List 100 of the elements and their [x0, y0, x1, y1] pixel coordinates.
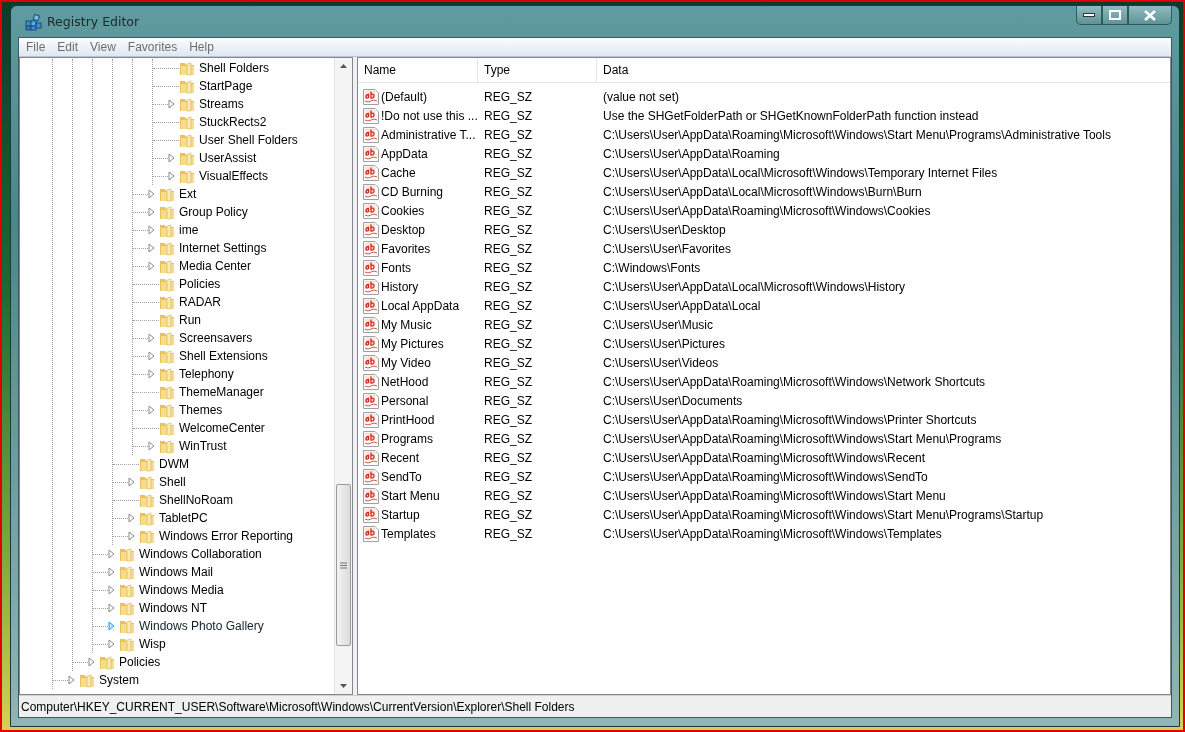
tree-item[interactable]: User Shell Folders [153, 131, 299, 149]
value-name[interactable]: History [381, 279, 419, 294]
expand-arrow-icon[interactable] [148, 333, 155, 343]
expand-arrow-icon[interactable] [148, 189, 155, 199]
tree-item[interactable]: Screensavers [133, 329, 254, 347]
tree-item[interactable]: RADAR [133, 293, 222, 311]
expand-arrow-icon[interactable] [148, 225, 155, 235]
menu-item[interactable]: View [84, 40, 122, 54]
tree-item[interactable]: Windows Photo Gallery [93, 617, 265, 635]
tree-item[interactable]: ime [133, 221, 200, 239]
value-name[interactable]: SendTo [381, 469, 422, 484]
tree-item[interactable]: Windows Collaboration [93, 545, 263, 563]
value-name[interactable]: Start Menu [381, 488, 440, 503]
value-name[interactable]: Personal [381, 393, 429, 408]
tree-item[interactable]: WinTrust [133, 437, 228, 455]
column-header[interactable]: Data [597, 58, 1170, 82]
value-name[interactable]: My Music [381, 317, 432, 332]
tree-item[interactable]: Windows NT [93, 599, 208, 617]
tree-item[interactable]: ThemeManager [133, 383, 265, 401]
expand-arrow-icon[interactable] [168, 153, 175, 163]
value-name[interactable]: Templates [381, 526, 436, 541]
tree-item[interactable]: Run [133, 311, 202, 329]
close-button[interactable] [1128, 6, 1172, 25]
value-name[interactable]: Fonts [381, 260, 411, 275]
tree-item[interactable]: Shell Extensions [133, 347, 269, 365]
tree-item[interactable]: System [53, 671, 140, 689]
value-name[interactable]: Local AppData [381, 298, 460, 313]
expand-arrow-icon[interactable] [168, 99, 175, 109]
value-name[interactable]: My Pictures [381, 336, 444, 351]
tree-item[interactable]: Shell Folders [153, 59, 271, 77]
tree-item[interactable]: WelcomeCenter [133, 419, 266, 437]
value-name[interactable]: Programs [381, 431, 433, 446]
scrollbar[interactable] [334, 58, 352, 694]
expand-arrow-icon[interactable] [108, 603, 115, 613]
tree-item[interactable]: StuckRects2 [153, 113, 268, 131]
folder-icon [159, 420, 175, 436]
tree-item[interactable]: DWM [113, 455, 190, 473]
expand-arrow-icon[interactable] [108, 567, 115, 577]
expand-arrow-icon[interactable] [128, 531, 135, 541]
menu-item[interactable]: Edit [51, 40, 85, 54]
value-name[interactable]: Cookies [381, 203, 425, 218]
tree-item[interactable]: Wisp [93, 635, 167, 653]
tree-item[interactable]: Windows Mail [93, 563, 214, 581]
expand-arrow-icon[interactable] [88, 657, 95, 667]
menu-item[interactable]: File [20, 40, 52, 54]
value-name[interactable]: Favorites [381, 241, 431, 256]
tree-item[interactable]: Group Policy [133, 203, 249, 221]
expand-arrow-icon[interactable] [148, 243, 155, 253]
scrollbar-thumb[interactable] [336, 484, 351, 646]
value-name[interactable]: Desktop [381, 222, 426, 237]
tree-item[interactable]: TabletPC [113, 509, 209, 527]
value-name[interactable]: !Do not use this ... [381, 108, 478, 123]
expand-arrow-icon[interactable] [108, 621, 115, 631]
value-name[interactable]: Recent [381, 450, 420, 465]
tree-item[interactable]: StartPage [153, 77, 254, 95]
value-name[interactable]: AppData [381, 146, 428, 161]
value-name[interactable]: NetHood [381, 374, 429, 389]
column-header[interactable]: Name [358, 58, 478, 82]
menu-item[interactable]: Favorites [121, 40, 184, 54]
value-name[interactable]: Administrative T... [381, 127, 476, 142]
expand-arrow-icon[interactable] [68, 675, 75, 685]
expand-arrow-icon[interactable] [108, 549, 115, 559]
tree-item[interactable]: Internet Settings [133, 239, 268, 257]
value-name[interactable]: Cache [381, 165, 416, 180]
expand-arrow-icon[interactable] [148, 207, 155, 217]
expand-arrow-icon[interactable] [168, 171, 175, 181]
tree-item[interactable]: Streams [153, 95, 245, 113]
tree-item[interactable]: Windows Error Reporting [113, 527, 295, 545]
minimize-button[interactable] [1076, 6, 1102, 25]
maximize-button[interactable] [1102, 6, 1128, 25]
expand-arrow-icon[interactable] [148, 261, 155, 271]
tree-item[interactable]: Telephony [133, 365, 235, 383]
value-name[interactable]: PrintHood [381, 412, 435, 427]
menu-item[interactable]: Help [183, 40, 220, 54]
scroll-down-icon[interactable] [340, 684, 347, 688]
tree-item[interactable]: Shell [113, 473, 187, 491]
tree-item[interactable]: Themes [133, 401, 224, 419]
tree-item[interactable]: UserAssist [153, 149, 258, 167]
expand-arrow-icon[interactable] [128, 513, 135, 523]
expand-arrow-icon[interactable] [148, 405, 155, 415]
expand-arrow-icon[interactable] [148, 441, 155, 451]
expand-arrow-icon[interactable] [108, 585, 115, 595]
value-name[interactable]: (Default) [381, 89, 427, 104]
column-header[interactable]: Type [478, 58, 597, 82]
tree-item[interactable]: VisualEffects [153, 167, 269, 185]
tree-item[interactable]: Ext [133, 185, 198, 203]
value-name[interactable]: CD Burning [381, 184, 444, 199]
tree-item[interactable]: Windows Media [93, 581, 225, 599]
expand-arrow-icon[interactable] [148, 351, 155, 361]
value-name[interactable]: Startup [381, 507, 420, 522]
expand-arrow-icon[interactable] [128, 477, 135, 487]
scroll-up-icon[interactable] [340, 64, 347, 68]
expand-arrow-icon[interactable] [108, 639, 115, 649]
value-data: C:\Users\User\AppData\Local\Microsoft\Windows\Temporary Internet Files [602, 165, 999, 180]
expand-arrow-icon[interactable] [148, 369, 155, 379]
value-name[interactable]: My Video [381, 355, 431, 370]
tree-item[interactable]: ShellNoRoam [113, 491, 235, 509]
tree-item[interactable]: Policies [73, 653, 162, 671]
tree-item[interactable]: Media Center [133, 257, 253, 275]
tree-item[interactable]: Policies [133, 275, 222, 293]
